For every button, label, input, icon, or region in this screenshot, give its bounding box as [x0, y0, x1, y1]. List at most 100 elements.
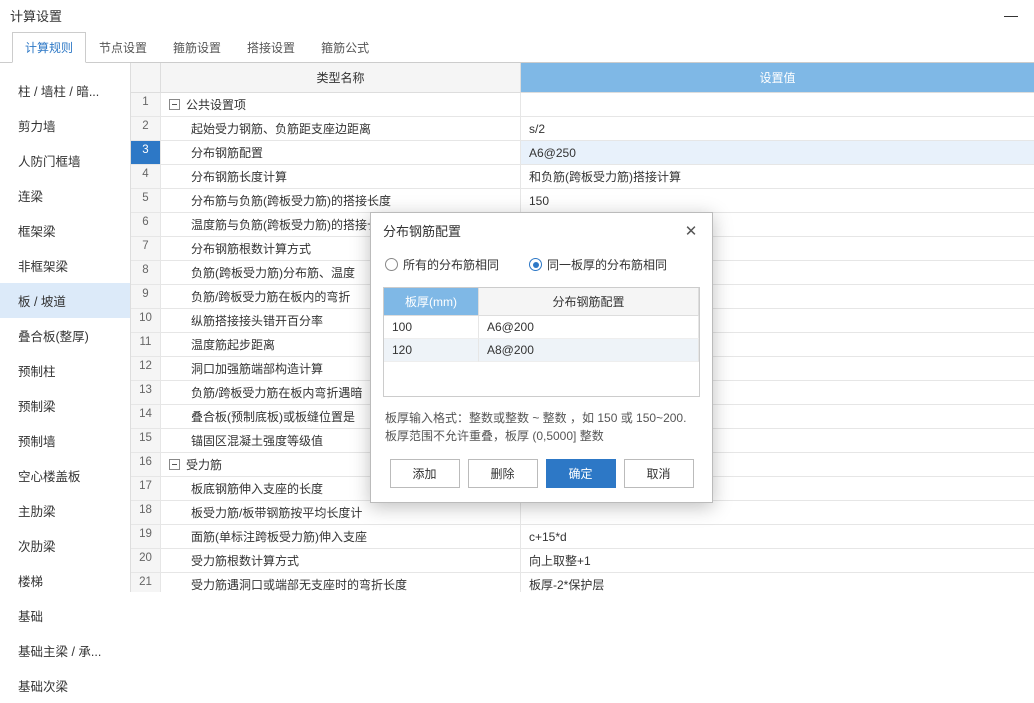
window-title: 计算设置: [10, 6, 62, 25]
dialog-title-bar: 分布钢筋配置 ✕: [371, 213, 712, 248]
row-value[interactable]: 150: [521, 189, 1034, 212]
row-index: 14: [131, 405, 161, 428]
tab-1[interactable]: 节点设置: [86, 32, 160, 63]
table-row[interactable]: 1公共设置项: [131, 93, 1034, 117]
radio-label: 所有的分布筋相同: [403, 256, 499, 273]
row-index: 15: [131, 429, 161, 452]
sidebar-item[interactable]: 楼梯: [0, 563, 130, 598]
sidebar-item[interactable]: 人防门框墙: [0, 143, 130, 178]
row-index: 1: [131, 93, 161, 116]
sidebar-item[interactable]: 框架梁: [0, 213, 130, 248]
title-bar: 计算设置: [0, 0, 1034, 31]
row-name: 面筋(单标注跨板受力筋)伸入支座: [161, 525, 521, 548]
distribution-rebar-dialog: 分布钢筋配置 ✕ 所有的分布筋相同 同一板厚的分布筋相同 板厚(mm) 分布钢筋…: [370, 212, 713, 503]
tab-strip: 计算规则节点设置箍筋设置搭接设置箍筋公式: [0, 31, 1034, 63]
sidebar-item[interactable]: 基础主梁 / 承...: [0, 633, 130, 668]
row-index: 12: [131, 357, 161, 380]
row-index: 21: [131, 573, 161, 592]
table-row[interactable]: 2起始受力钢筋、负筋距支座边距离s/2: [131, 117, 1034, 141]
row-index: 10: [131, 309, 161, 332]
table-row[interactable]: 5分布筋与负筋(跨板受力筋)的搭接长度150: [131, 189, 1034, 213]
radio-all-same[interactable]: 所有的分布筋相同: [385, 256, 499, 273]
table-row[interactable]: 21受力筋遇洞口或端部无支座时的弯折长度板厚-2*保护层: [131, 573, 1034, 592]
radio-same-thickness[interactable]: 同一板厚的分布筋相同: [529, 256, 667, 273]
row-value[interactable]: A6@250: [521, 141, 1034, 164]
radio-label: 同一板厚的分布筋相同: [547, 256, 667, 273]
tab-2[interactable]: 箍筋设置: [160, 32, 234, 63]
sidebar-item[interactable]: 叠合板(整厚): [0, 318, 130, 353]
ok-button[interactable]: 确定: [546, 459, 616, 488]
row-name: 受力筋遇洞口或端部无支座时的弯折长度: [161, 573, 521, 592]
sidebar-item[interactable]: 连梁: [0, 178, 130, 213]
row-value[interactable]: 向上取整+1: [521, 549, 1034, 572]
row-index: 2: [131, 117, 161, 140]
row-index: 11: [131, 333, 161, 356]
row-index: 3: [131, 141, 161, 164]
row-index: 20: [131, 549, 161, 572]
table-row[interactable]: 3分布钢筋配置A6@250: [131, 141, 1034, 165]
row-name: 公共设置项: [161, 93, 521, 116]
sidebar: 柱 / 墙柱 / 暗...剪力墙人防门框墙连梁框架梁非框架梁板 / 坡道叠合板(…: [0, 63, 130, 592]
thickness-row[interactable]: 120A8@200: [384, 339, 699, 362]
sidebar-item[interactable]: 非框架梁: [0, 248, 130, 283]
table-row[interactable]: 18板受力筋/板带钢筋按平均长度计: [131, 501, 1034, 525]
row-index: 18: [131, 501, 161, 524]
thickness-grid[interactable]: 板厚(mm) 分布钢筋配置 100A6@200120A8@200: [383, 287, 700, 397]
row-name: 受力筋根数计算方式: [161, 549, 521, 572]
delete-button[interactable]: 删除: [468, 459, 538, 488]
sidebar-item[interactable]: 次肋梁: [0, 528, 130, 563]
row-value[interactable]: s/2: [521, 117, 1034, 140]
radio-icon: [385, 258, 398, 271]
sidebar-item[interactable]: 剪力墙: [0, 108, 130, 143]
sidebar-item[interactable]: 基础次梁: [0, 668, 130, 703]
row-value[interactable]: 和负筋(跨板受力筋)搭接计算: [521, 165, 1034, 188]
sidebar-item[interactable]: 预制柱: [0, 353, 130, 388]
sidebar-item[interactable]: 空心楼盖板: [0, 458, 130, 493]
sidebar-item[interactable]: 预制墙: [0, 423, 130, 458]
row-index: 19: [131, 525, 161, 548]
radio-group: 所有的分布筋相同 同一板厚的分布筋相同: [371, 248, 712, 283]
config-cell[interactable]: A8@200: [479, 339, 699, 362]
thickness-cell[interactable]: 120: [384, 339, 479, 362]
row-index: 7: [131, 237, 161, 260]
row-name: 起始受力钢筋、负筋距支座边距离: [161, 117, 521, 140]
sidebar-item[interactable]: 基础: [0, 598, 130, 633]
row-name: 分布筋与负筋(跨板受力筋)的搭接长度: [161, 189, 521, 212]
add-button[interactable]: 添加: [390, 459, 460, 488]
config-cell[interactable]: A6@200: [479, 316, 699, 339]
cancel-button[interactable]: 取消: [624, 459, 694, 488]
tab-0[interactable]: 计算规则: [12, 32, 86, 63]
row-index: 9: [131, 285, 161, 308]
hint-text: 板厚输入格式：整数或整数 ~ 整数 ，如 150 或 150~200. 板厚范围…: [371, 401, 712, 449]
col-config: 分布钢筋配置: [479, 288, 699, 316]
sidebar-item[interactable]: 预制梁: [0, 388, 130, 423]
grid-header: 类型名称 设置值: [131, 63, 1034, 93]
col-thickness: 板厚(mm): [384, 288, 479, 316]
row-value[interactable]: 板厚-2*保护层: [521, 573, 1034, 592]
minimize-icon[interactable]: [1004, 15, 1018, 17]
table-row[interactable]: 20受力筋根数计算方式向上取整+1: [131, 549, 1034, 573]
table-row[interactable]: 4分布钢筋长度计算和负筋(跨板受力筋)搭接计算: [131, 165, 1034, 189]
row-value[interactable]: [521, 93, 1034, 116]
radio-icon: [529, 258, 542, 271]
dialog-title: 分布钢筋配置: [383, 221, 461, 240]
tab-3[interactable]: 搭接设置: [234, 32, 308, 63]
row-value[interactable]: [521, 501, 1034, 524]
row-index: 5: [131, 189, 161, 212]
sidebar-item[interactable]: 柱 / 墙柱 / 暗...: [0, 73, 130, 108]
table-row[interactable]: 19面筋(单标注跨板受力筋)伸入支座c+15*d: [131, 525, 1034, 549]
sidebar-item[interactable]: 主肋梁: [0, 493, 130, 528]
row-name: 分布钢筋长度计算: [161, 165, 521, 188]
row-index: 16: [131, 453, 161, 476]
row-name: 板受力筋/板带钢筋按平均长度计: [161, 501, 521, 524]
row-value[interactable]: c+15*d: [521, 525, 1034, 548]
dialog-buttons: 添加 删除 确定 取消: [371, 449, 712, 502]
thickness-cell[interactable]: 100: [384, 316, 479, 339]
collapse-icon[interactable]: [169, 99, 180, 110]
collapse-icon[interactable]: [169, 459, 180, 470]
row-index: 17: [131, 477, 161, 500]
thickness-row[interactable]: 100A6@200: [384, 316, 699, 339]
tab-4[interactable]: 箍筋公式: [308, 32, 382, 63]
sidebar-item[interactable]: 板 / 坡道: [0, 283, 130, 318]
close-icon[interactable]: ✕: [682, 222, 700, 240]
